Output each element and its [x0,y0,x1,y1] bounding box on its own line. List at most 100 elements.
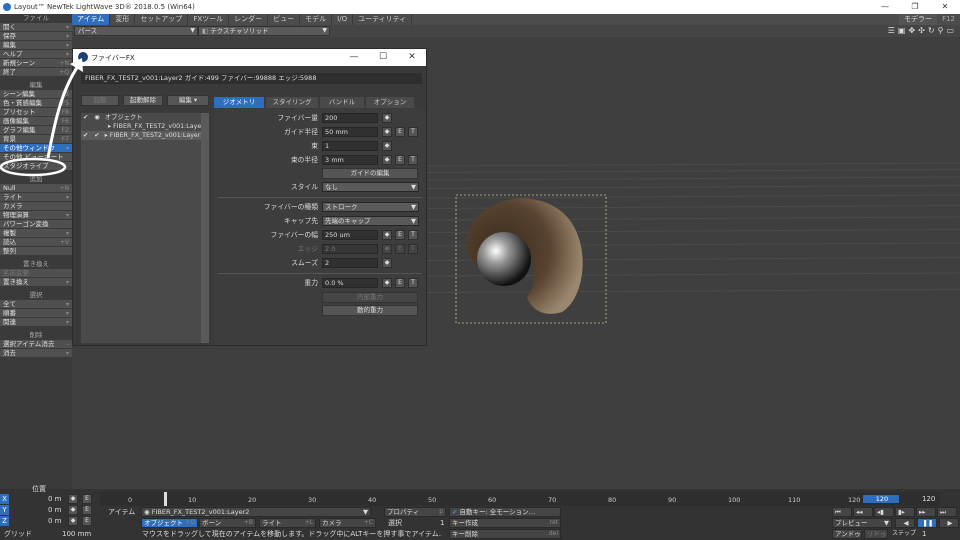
tab-fx-tools[interactable]: FXツール [188,14,230,25]
style-dropdown[interactable]: なし ▼ [322,182,419,192]
mode-button-2[interactable]: ライト +L [259,518,316,528]
slider-arrows-icon[interactable]: ◆ [382,258,392,268]
fit-view-icon[interactable]: ▭ [946,26,954,35]
select-item-1[interactable]: 順番 ▾ [0,309,72,318]
tree-row-layer2[interactable]: ✔ ✔ ▸ FIBER_FX_TEST2_v001:Layer2 [81,131,209,140]
render-mode-dropdown[interactable]: ◧ テクスチャソリッド ▼ [198,26,330,36]
end-frame-field[interactable]: 120 [922,494,935,504]
delete-item-0[interactable]: 選択アイテム消去 - [0,340,72,349]
tab-view[interactable]: ビュー [268,14,301,25]
fiberfx-minimize-button[interactable]: — [340,49,368,66]
grid-value[interactable]: 100 mm [62,529,91,539]
dynamic-gravity-button[interactable]: 動的重力 [322,305,418,316]
select-item-2[interactable]: 関連 ▾ [0,318,72,327]
next-key-icon[interactable]: ▸▸ [916,507,936,517]
envelope-button[interactable]: E [82,516,92,526]
zoom-view-icon[interactable]: ⚲ [938,26,944,35]
slider-arrows-icon[interactable]: ◆ [382,127,392,137]
tab-utilities[interactable]: ユーティリティ [353,14,413,25]
envelope-button[interactable]: E [82,505,92,515]
file-item-4[interactable]: 新規シーン +N [0,59,72,68]
replace-item-1[interactable]: 置き換え ▾ [0,278,72,287]
slider-arrows-icon[interactable]: ◆ [68,505,78,515]
fiberfx-maximize-button[interactable]: ☐ [369,49,397,66]
tab-geometry[interactable]: ジオメトリ [214,97,264,108]
check-icon[interactable]: ✔ [94,132,99,139]
deactivate-button[interactable]: 起動解除 [123,95,163,106]
replace-item-0[interactable]: 名前変更 [0,269,72,278]
add-item-1[interactable]: ライト ▾ [0,193,72,202]
texture-button[interactable]: T [408,127,418,137]
modeler-button[interactable]: モデラー [899,14,938,25]
edit-item-1[interactable]: 色・質感編集 F5 [0,99,72,108]
smooth-field[interactable]: 2 [322,258,378,268]
add-item-2[interactable]: カメラ [0,202,72,211]
tree-row-object[interactable]: ✔ ◉ オブジェクト [81,113,209,122]
texture-button[interactable]: T [408,155,418,165]
play-reverse-icon[interactable]: ◀ [895,518,915,528]
play-icon[interactable]: ▶ [939,518,959,528]
check-icon[interactable]: ✔ [83,132,88,139]
edit-item-8[interactable]: スタジオライブ [0,162,72,171]
orbit-view-icon[interactable]: ↻ [928,26,935,35]
slider-arrows-icon[interactable]: ◆ [382,155,392,165]
tab-io[interactable]: I/O [332,14,354,25]
axis-z-value[interactable]: 0 m [48,516,62,526]
slider-arrows-icon[interactable]: ◆ [382,141,392,151]
fiberfx-close-button[interactable]: ✕ [398,49,426,66]
select-item-0[interactable]: 全て ▾ [0,300,72,309]
undo-button[interactable]: アンドゥ [832,529,862,539]
mode-button-3[interactable]: カメラ +C [319,518,376,528]
file-item-1[interactable]: 保存 ▾ [0,32,72,41]
previous-frame-icon[interactable]: ◂▮ [874,507,894,517]
slider-arrows-icon[interactable]: ◆ [68,494,78,504]
move-view-icon[interactable]: ✥ [908,26,915,35]
slider-arrows-icon[interactable]: ◆ [382,278,392,288]
axis-y-value[interactable]: 0 m [48,505,62,515]
envelope-button[interactable]: E [395,278,405,288]
close-button[interactable]: ✕ [930,0,960,14]
previous-key-icon[interactable]: ◂◂ [853,507,873,517]
bundle-radius-field[interactable]: 3 mm [322,155,378,165]
maximize-button[interactable]: ❐ [900,0,930,14]
delete-item-1[interactable]: 消去 ▾ [0,349,72,358]
fiber-width-field[interactable]: 250 um [322,230,378,240]
fiberfx-titlebar[interactable]: ファイバーFX — ☐ ✕ [73,49,426,66]
add-item-0[interactable]: Null +N [0,184,72,193]
tab-setup[interactable]: セットアップ [135,14,189,25]
texture-button[interactable]: T [408,278,418,288]
step-value[interactable]: 1 [922,529,926,539]
tab-model[interactable]: モデル [300,14,333,25]
add-item-5[interactable]: 複製 ▾ [0,229,72,238]
bundle-field[interactable]: 1 [322,141,378,151]
edit-item-7[interactable]: その他 ビューポート [0,153,72,162]
slider-arrows-icon[interactable]: ◆ [382,113,392,123]
maximize-view-icon[interactable]: ▣ [898,26,906,35]
gravity-field[interactable]: 0.0 % [322,278,378,288]
add-item-3[interactable]: 物理演算 ▾ [0,211,72,220]
create-key-button[interactable]: キー作成 ret [449,518,561,528]
activate-button[interactable]: 起動 [81,95,119,106]
axis-x-value[interactable]: 0 m [48,494,62,504]
tab-modify[interactable]: 変形 [110,14,136,25]
file-item-3[interactable]: ヘルプ ▾ [0,50,72,59]
timeline-playhead[interactable] [164,492,167,506]
tab-options[interactable]: オプション [366,97,414,108]
fiber-type-dropdown[interactable]: ストローク ▼ [322,202,419,212]
view-mode-dropdown[interactable]: パース ▼ [74,26,198,36]
pause-icon[interactable]: ❚❚ [917,518,937,528]
mode-button-1[interactable]: ボーン +B [199,518,256,528]
auto-key-dropdown[interactable]: ✔ 自動キー: 全モーション… [449,507,561,517]
minimize-button[interactable]: — [870,0,900,14]
cap-dropdown[interactable]: 先端のキャップ ▼ [322,216,419,226]
envelope-button[interactable]: E [395,230,405,240]
properties-button[interactable]: プロパティ p [384,507,446,517]
fiber-amount-field[interactable]: 200 [322,113,378,123]
edit-item-3[interactable]: 画像編集 F6 [0,117,72,126]
tab-render[interactable]: レンダー [229,14,269,25]
file-item-5[interactable]: 終了 +Q [0,68,72,77]
tab-bundle[interactable]: バンドル [320,97,364,108]
edit-item-6[interactable]: その他ウィンドウ ▾ [0,144,72,153]
list-icon[interactable]: ☰ [888,26,895,35]
add-item-4[interactable]: パワーゴン変換 [0,220,72,229]
